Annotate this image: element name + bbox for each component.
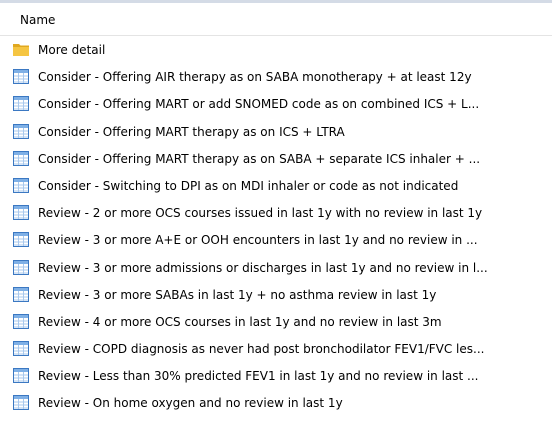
- report-icon: [12, 177, 30, 194]
- report-icon: [12, 394, 30, 411]
- report-item[interactable]: Review - Less than 30% predicted FEV1 in…: [0, 362, 552, 389]
- item-label: Consider - Offering MART therapy as on S…: [38, 151, 481, 166]
- report-icon: [12, 68, 30, 85]
- item-label: Consider - Switching to DPI as on MDI in…: [38, 178, 459, 193]
- report-item[interactable]: Consider - Offering AIR therapy as on SA…: [0, 63, 552, 90]
- item-label: Review - On home oxygen and no review in…: [38, 396, 343, 411]
- report-item[interactable]: Review - 4 or more OCS courses in last 1…: [0, 308, 552, 335]
- folder-item[interactable]: More detail: [0, 36, 552, 63]
- item-label: Review - 3 or more SABAs in last 1y + no…: [38, 287, 437, 302]
- item-label: Review - Less than 30% predicted FEV1 in…: [38, 369, 479, 384]
- item-label: Review - 4 or more OCS courses in last 1…: [38, 314, 442, 329]
- report-item[interactable]: Consider - Offering MART therapy as on I…: [0, 118, 552, 145]
- report-item[interactable]: Consider - Offering MART or add SNOMED c…: [0, 90, 552, 117]
- name-column-header[interactable]: Name: [0, 3, 552, 35]
- report-icon: [12, 340, 30, 357]
- item-label: More detail: [38, 43, 106, 57]
- item-label: Consider - Offering MART therapy as on I…: [38, 124, 345, 139]
- item-label: Review - 3 or more admissions or dischar…: [38, 260, 488, 275]
- item-label: Review - 3 or more A+E or OOH encounters…: [38, 233, 478, 248]
- report-icon: [12, 259, 30, 276]
- report-list-window: Name More detail Consider - Offering AIR …: [0, 0, 552, 442]
- report-icon: [12, 367, 30, 384]
- report-icon: [12, 286, 30, 303]
- item-label: Consider - Offering MART or add SNOMED c…: [38, 97, 480, 112]
- report-item[interactable]: Review - On home oxygen and no review in…: [0, 389, 552, 416]
- report-item[interactable]: Review - 3 or more SABAs in last 1y + no…: [0, 281, 552, 308]
- report-icon: [12, 313, 30, 330]
- item-label: Review - 2 or more OCS courses issued in…: [38, 206, 483, 221]
- report-item[interactable]: Review - 3 or more admissions or dischar…: [0, 254, 552, 281]
- folder-icon: [12, 41, 30, 58]
- report-item[interactable]: Review - 3 or more A+E or OOH encounters…: [0, 226, 552, 253]
- report-icon: [12, 95, 30, 112]
- report-item[interactable]: Review - COPD diagnosis as never had pos…: [0, 335, 552, 362]
- list-header: Name: [0, 3, 552, 36]
- report-icon: [12, 150, 30, 167]
- report-item[interactable]: Consider - Switching to DPI as on MDI in…: [0, 172, 552, 199]
- item-label: Review - COPD diagnosis as never had pos…: [38, 342, 485, 357]
- report-item[interactable]: Review - 2 or more OCS courses issued in…: [0, 199, 552, 226]
- report-icon: [12, 231, 30, 248]
- report-icon: [12, 204, 30, 221]
- report-list: More detail Consider - Offering AIR thera…: [0, 36, 552, 417]
- report-icon: [12, 123, 30, 140]
- item-label: Consider - Offering AIR therapy as on SA…: [38, 70, 472, 85]
- report-item[interactable]: Consider - Offering MART therapy as on S…: [0, 145, 552, 172]
